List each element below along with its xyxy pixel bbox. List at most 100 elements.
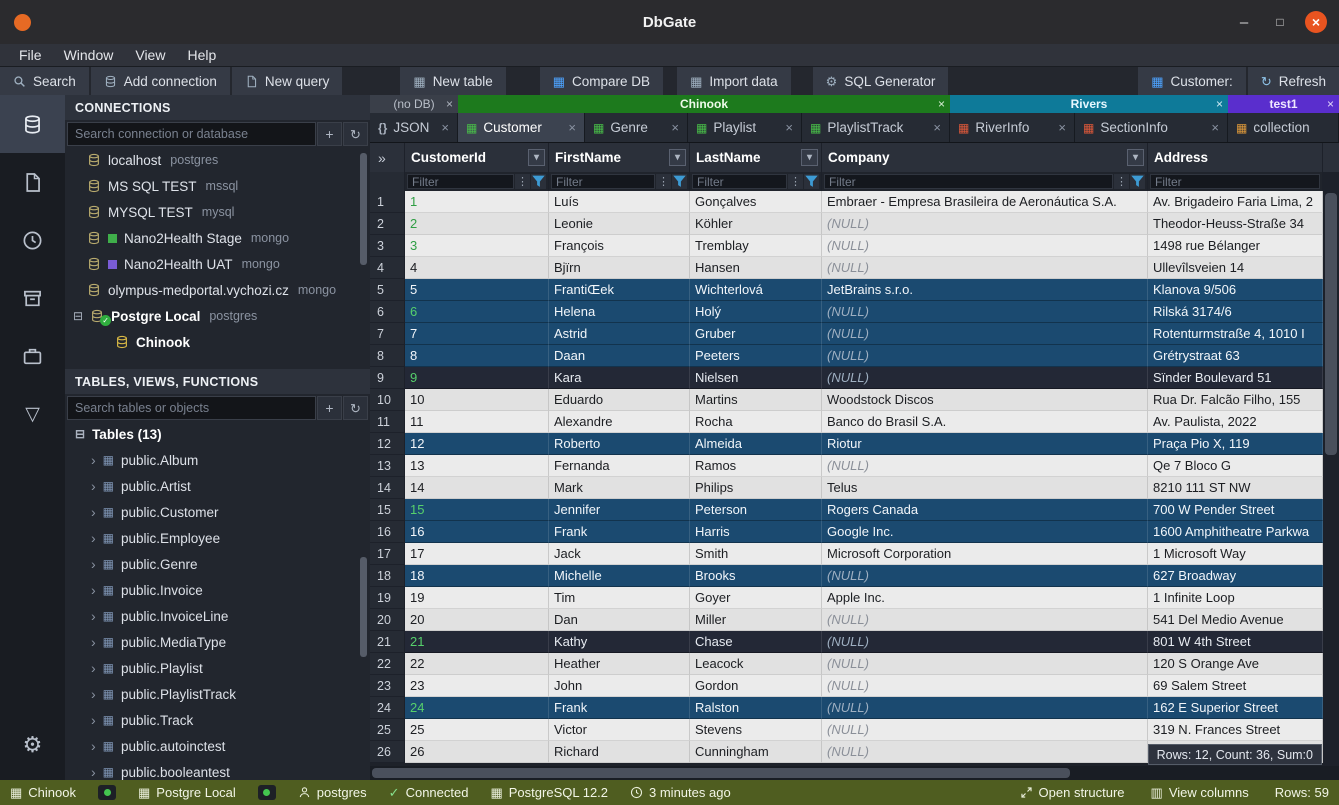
close-icon[interactable]: ×	[568, 120, 576, 135]
table-item-public-customer[interactable]: ›▦public.Customer	[65, 499, 370, 525]
sidebar-archive[interactable]	[0, 269, 65, 327]
column-header-customerid[interactable]: CustomerId▾	[405, 143, 549, 172]
db-group-rivers[interactable]: Rivers×	[950, 95, 1228, 113]
table-row[interactable]: 1313FernandaRamos(NULL)Qe 7 Bloco G	[370, 455, 1339, 477]
table-row[interactable]: 55FrantiŒekWichterlováJetBrains s.r.o.Kl…	[370, 279, 1339, 301]
table-row[interactable]: 1818MichelleBrooks(NULL)627 Broadway	[370, 565, 1339, 587]
column-dropdown-button[interactable]: ▾	[1127, 149, 1144, 166]
sidebar-filter[interactable]: ▽	[0, 385, 65, 443]
connection-item-mysql-test[interactable]: MYSQL TESTmysql	[65, 199, 370, 225]
table-row[interactable]: 1616FrankHarrisGoogle Inc.1600 Amphithea…	[370, 521, 1339, 543]
filter-input[interactable]	[692, 174, 787, 189]
filter-funnel-button[interactable]	[672, 174, 687, 189]
status-sync-indicator-2[interactable]	[258, 785, 276, 800]
chevron-right-icon[interactable]: ›	[91, 530, 96, 546]
db-group-chinook[interactable]: Chinook×	[458, 95, 950, 113]
column-header-firstname[interactable]: FirstName▾	[549, 143, 690, 172]
connection-item-postgre-local[interactable]: ⊟✓Postgre Localpostgres	[65, 303, 370, 329]
table-row[interactable]: 1414MarkPhilipsTelus8210 111 ST NW	[370, 477, 1339, 499]
tables-scrollbar-thumb[interactable]	[360, 557, 367, 657]
close-icon[interactable]: ×	[1327, 97, 1334, 111]
column-dropdown-button[interactable]: ▾	[669, 149, 686, 166]
table-row[interactable]: 2424FrankRalston(NULL)162 E Superior Str…	[370, 697, 1339, 719]
table-item-public-playlist[interactable]: ›▦public.Playlist	[65, 655, 370, 681]
close-icon[interactable]: ×	[446, 97, 453, 111]
sidebar-history[interactable]	[0, 211, 65, 269]
table-row[interactable]: 11LuísGonçalvesEmbraer - Empresa Brasile…	[370, 191, 1339, 213]
sidebar-settings[interactable]: ⚙	[0, 716, 65, 774]
close-icon[interactable]: ×	[441, 120, 449, 135]
filter-menu-button[interactable]: ⋮	[656, 174, 671, 189]
column-dropdown-button[interactable]: ▾	[528, 149, 545, 166]
tab-playlist[interactable]: ▦Playlist×	[688, 113, 802, 142]
minimize-button[interactable]: –	[1233, 11, 1255, 33]
grid-horizontal-scrollbar[interactable]	[370, 766, 1339, 780]
table-row[interactable]: 2121KathyChase(NULL)801 W 4th Street	[370, 631, 1339, 653]
tab-customer[interactable]: ▦Customer×	[458, 113, 585, 142]
tab-genre[interactable]: ▦Genre×	[585, 113, 688, 142]
filter-funnel-button[interactable]	[804, 174, 819, 189]
add-table-icon-button[interactable]: +	[317, 396, 342, 420]
table-row[interactable]: 1919TimGoyerApple Inc.1 Infinite Loop	[370, 587, 1339, 609]
table-row[interactable]: 1717JackSmithMicrosoft Corporation1 Micr…	[370, 543, 1339, 565]
table-item-public-track[interactable]: ›▦public.Track	[65, 707, 370, 733]
table-row[interactable]: 77AstridGruber(NULL)Rotenturmstraße 4, 1…	[370, 323, 1339, 345]
column-header-lastname[interactable]: LastName▾	[690, 143, 822, 172]
table-row[interactable]: 33FrançoisTremblay(NULL)1498 rue Bélange…	[370, 235, 1339, 257]
table-row[interactable]: 2222HeatherLeacock(NULL)120 S Orange Ave	[370, 653, 1339, 675]
status-connection[interactable]: ▦Postgre Local	[138, 785, 236, 800]
status-sync-indicator-1[interactable]	[98, 785, 116, 800]
refresh-tables-button[interactable]: ↻	[343, 396, 368, 420]
filter-input[interactable]	[1150, 174, 1320, 189]
column-header-company[interactable]: Company▾	[822, 143, 1148, 172]
chevron-right-icon[interactable]: ›	[91, 608, 96, 624]
chevron-right-icon[interactable]: ›	[91, 686, 96, 702]
table-row[interactable]: 1111AlexandreRochaBanco do Brasil S.A.Av…	[370, 411, 1339, 433]
menu-window[interactable]: Window	[53, 44, 125, 66]
table-item-public-invoice[interactable]: ›▦public.Invoice	[65, 577, 370, 603]
chevron-right-icon[interactable]: ›	[91, 582, 96, 598]
maximize-button[interactable]: □	[1269, 11, 1291, 33]
tab-json[interactable]: {}JSON×	[370, 113, 458, 142]
chevron-right-icon[interactable]: ›	[91, 738, 96, 754]
connections-scrollbar-thumb[interactable]	[360, 153, 367, 265]
chevron-right-icon[interactable]: ›	[91, 556, 96, 572]
close-icon[interactable]: ×	[785, 120, 793, 135]
sidebar-files[interactable]	[0, 153, 65, 211]
tables-search-input[interactable]	[67, 396, 316, 420]
search-button[interactable]: Search	[0, 67, 89, 95]
scrollbar-thumb[interactable]	[1325, 193, 1337, 455]
chevron-right-icon[interactable]: ›	[91, 504, 96, 520]
table-item-public-artist[interactable]: ›▦public.Artist	[65, 473, 370, 499]
table-item-public-genre[interactable]: ›▦public.Genre	[65, 551, 370, 577]
column-header-address[interactable]: Address	[1148, 143, 1323, 172]
tab-playlisttrack[interactable]: ▦PlaylistTrack×	[802, 113, 950, 142]
table-item-public-autoinctest[interactable]: ›▦public.autoinctest	[65, 733, 370, 759]
chevron-right-icon[interactable]: ›	[91, 660, 96, 676]
collapse-icon[interactable]: ⊟	[75, 427, 85, 441]
close-icon[interactable]: ×	[1058, 120, 1066, 135]
connection-item-nano2health-uat[interactable]: Nano2Health UATmongo	[65, 251, 370, 277]
close-icon[interactable]: ×	[1211, 120, 1219, 135]
tab-collection[interactable]: ▦collection	[1228, 113, 1339, 142]
table-item-public-album[interactable]: ›▦public.Album	[65, 447, 370, 473]
status-open-structure[interactable]: Open structure	[1020, 785, 1125, 800]
filter-funnel-button[interactable]	[1130, 174, 1145, 189]
new-table-button[interactable]: ▦New table	[400, 67, 505, 95]
menu-view[interactable]: View	[124, 44, 176, 66]
status-row-count[interactable]: Rows: 59	[1275, 785, 1329, 800]
tab-riverinfo[interactable]: ▦RiverInfo×	[950, 113, 1075, 142]
sidebar-connections[interactable]	[0, 95, 65, 153]
close-icon[interactable]: ×	[1216, 97, 1223, 111]
add-connection-button[interactable]: Add connection	[91, 67, 230, 95]
menu-help[interactable]: Help	[176, 44, 227, 66]
table-item-public-employee[interactable]: ›▦public.Employee	[65, 525, 370, 551]
tables-group-row[interactable]: ⊟ Tables (13)	[65, 421, 370, 447]
table-row[interactable]: 44BjïrnHansen(NULL)Ullevîlsveien 14	[370, 257, 1339, 279]
chevron-right-icon[interactable]: ›	[91, 712, 96, 728]
chevron-right-icon[interactable]: ›	[91, 478, 96, 494]
status-user[interactable]: postgres	[298, 785, 367, 800]
table-item-public-booleantest[interactable]: ›▦public.booleantest	[65, 759, 370, 780]
connection-item-chinook[interactable]: Chinook	[65, 329, 370, 355]
expand-all-button[interactable]: »	[370, 143, 405, 172]
